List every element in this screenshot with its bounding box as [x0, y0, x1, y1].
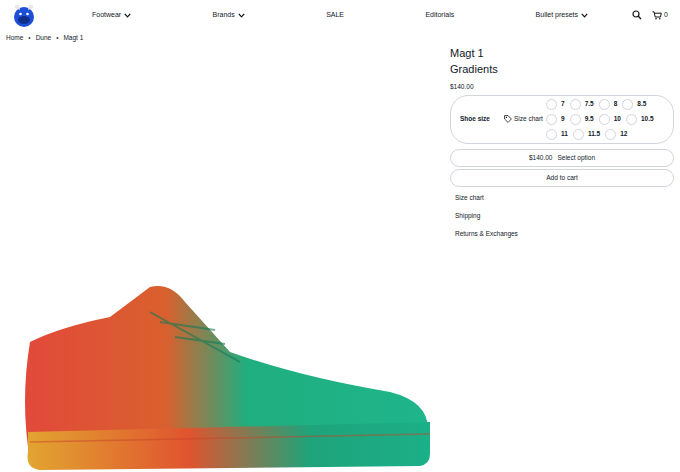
size-radio[interactable]: [573, 129, 584, 140]
chevron-down-icon: [124, 13, 131, 18]
header-actions: 0: [632, 10, 668, 21]
search-icon[interactable]: [632, 10, 642, 20]
product-info: Magt 1Gradients$140.00Shoe sizeSize char…: [450, 46, 674, 472]
size-radio[interactable]: [546, 129, 557, 140]
size-option[interactable]: 9: [546, 114, 565, 125]
size-radio[interactable]: [599, 99, 610, 110]
chevron-down-icon: [238, 13, 245, 18]
breadcrumb-separator: •: [28, 33, 30, 43]
logo-icon[interactable]: [12, 2, 36, 28]
nav-item[interactable]: Brands: [213, 10, 245, 21]
size-option[interactable]: 9.5: [570, 114, 594, 125]
breadcrumb-item[interactable]: Dune: [36, 33, 52, 43]
size-picker: Shoe sizeSize chart7 7.5 8 8.5 9 9.5 10 10.5 11 1…: [450, 95, 674, 144]
nav-item[interactable]: Editorials: [425, 10, 454, 21]
size-option[interactable]: 8: [599, 99, 618, 110]
size-label: Shoe size: [460, 114, 504, 124]
size-chart-link[interactable]: Size chart: [504, 114, 546, 124]
size-radio[interactable]: [570, 99, 581, 110]
product-image: [0, 46, 440, 472]
nav-item[interactable]: Footwear: [92, 10, 131, 21]
size-radio[interactable]: [570, 114, 581, 125]
size-option[interactable]: 10.5: [626, 114, 654, 125]
product-title: Magt 1: [450, 46, 674, 60]
product-page: Magt 1Gradients$140.00Shoe sizeSize char…: [0, 46, 680, 472]
size-option[interactable]: 12: [605, 129, 627, 140]
info-link[interactable]: Size chart: [450, 189, 674, 207]
info-links: Size chartShippingReturns & Exchanges: [450, 189, 674, 243]
size-radio[interactable]: [599, 114, 610, 125]
size-option[interactable]: 11: [546, 129, 568, 140]
size-option[interactable]: 7: [546, 99, 565, 110]
size-radio[interactable]: [622, 99, 633, 110]
product-subtitle: Gradients: [450, 62, 674, 76]
add-to-cart-button[interactable]: Add to cart: [450, 169, 674, 187]
breadcrumb: Home • Dune • Magt 1: [0, 30, 680, 46]
nav-item[interactable]: Bullet presets: [536, 10, 588, 21]
size-options: 7 7.5 8 8.5 9 9.5 10 10.5 11 11.5 12: [546, 99, 669, 140]
size-radio[interactable]: [605, 129, 616, 140]
cart-link[interactable]: 0: [652, 10, 668, 21]
info-link[interactable]: Shipping: [450, 207, 674, 225]
tag-icon: [504, 115, 512, 123]
chevron-down-icon: [581, 13, 588, 18]
size-option[interactable]: 7.5: [570, 99, 594, 110]
info-link[interactable]: Returns & Exchanges: [450, 225, 674, 243]
product-price: $140.00: [450, 82, 674, 92]
size-radio[interactable]: [546, 99, 557, 110]
size-radio[interactable]: [626, 114, 637, 125]
breadcrumb-item[interactable]: Magt 1: [63, 33, 83, 43]
select-option-button[interactable]: $140.00Select option: [450, 149, 674, 167]
breadcrumb-separator: •: [56, 33, 58, 43]
size-option[interactable]: 11.5: [573, 129, 600, 140]
cart-icon: [652, 11, 662, 20]
site-header: Footwear Brands SALE Editorials Bullet prese…: [0, 0, 680, 30]
breadcrumb-item[interactable]: Home: [6, 33, 23, 43]
main-nav: Footwear Brands SALE Editorials Bullet prese…: [92, 10, 588, 21]
nav-item[interactable]: SALE: [326, 10, 344, 21]
size-option[interactable]: 10: [599, 114, 621, 125]
size-radio[interactable]: [546, 114, 557, 125]
size-option[interactable]: 8.5: [622, 99, 646, 110]
